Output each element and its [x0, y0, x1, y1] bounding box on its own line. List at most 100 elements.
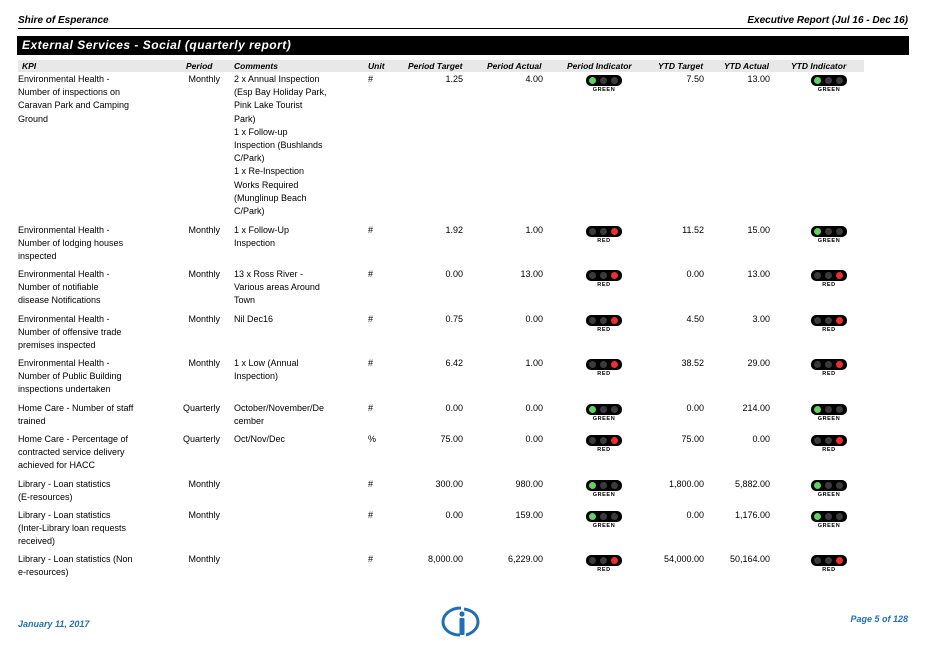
ytd-indicator-label: RED	[822, 447, 836, 453]
ytd-traffic-light-icon: GREEN	[811, 480, 847, 500]
ytd-indicator-label: GREEN	[817, 523, 841, 529]
col-comments: Comments	[234, 61, 278, 71]
unit-cell: #	[368, 314, 374, 324]
period-cell: Monthly	[188, 314, 220, 324]
period-actual-cell: 4.00	[525, 74, 543, 84]
ytd-indicator-label: RED	[822, 282, 836, 288]
ytd-indicator-label: RED	[822, 371, 836, 377]
ytd-target-cell: 38.52	[681, 358, 704, 368]
period-indicator-label: RED	[597, 327, 611, 333]
col-period-target: Period Target	[408, 61, 463, 71]
period-traffic-light-icon: RED	[586, 315, 622, 335]
period-indicator-label: RED	[597, 282, 611, 288]
unit-cell: #	[368, 358, 374, 368]
ytd-traffic-light-icon: GREEN	[811, 226, 847, 246]
ytd-actual-cell: 29.00	[747, 358, 770, 368]
shire-logo-icon	[440, 605, 482, 642]
col-period-actual: Period Actual	[487, 61, 542, 71]
table-header: KPI Period Comments Unit Period Target P…	[18, 60, 864, 72]
col-period-indicator: Period Indicator	[567, 61, 632, 71]
period-actual-cell: 159.00	[515, 510, 543, 520]
comments-cell: Nil Dec16	[234, 314, 274, 324]
ytd-target-cell: 4.50	[686, 314, 704, 324]
period-actual-cell: 1.00	[525, 358, 543, 368]
ytd-actual-cell: 0.00	[752, 434, 770, 444]
period-actual-cell: 0.00	[525, 314, 543, 324]
ytd-indicator-label: GREEN	[817, 416, 841, 422]
kpi-cell: Environmental Health - Number of lodging…	[18, 225, 124, 262]
period-indicator-label: RED	[597, 447, 611, 453]
comments-cell: 13 x Ross River - Various areas Around T…	[234, 269, 320, 306]
ytd-target-cell: 0.00	[686, 269, 704, 279]
ytd-target-cell: 11.52	[682, 225, 704, 235]
period-cell: Monthly	[188, 479, 220, 489]
ytd-indicator-label: GREEN	[817, 87, 841, 93]
header-divider	[18, 28, 908, 29]
period-traffic-light-icon: RED	[586, 435, 622, 455]
period-indicator-label: RED	[597, 371, 611, 377]
comments-cell: October/November/De cember	[234, 403, 325, 427]
org-name: Shire of Esperance	[18, 15, 109, 26]
page-number: Page 5 of 128	[850, 614, 908, 624]
comments-cell: 2 x Annual Inspection (Esp Bay Holiday P…	[234, 74, 327, 217]
comments-cell: 1 x Follow-Up Inspection	[234, 225, 290, 249]
ytd-actual-cell: 5,882.00	[734, 479, 770, 489]
period-traffic-light-icon: RED	[586, 359, 622, 379]
comments-cell: 1 x Low (Annual Inspection)	[234, 358, 299, 382]
period-cell: Monthly	[188, 554, 220, 564]
kpi-cell: Environmental Health - Number of inspect…	[18, 74, 130, 124]
period-actual-cell: 6,229.00	[507, 554, 543, 564]
period-target-cell: 0.00	[445, 269, 463, 279]
period-actual-cell: 13.00	[520, 269, 543, 279]
ytd-indicator-label: GREEN	[817, 238, 841, 244]
ytd-actual-cell: 214.00	[742, 403, 770, 413]
period-target-cell: 0.00	[445, 403, 463, 413]
ytd-traffic-light-icon: RED	[811, 359, 847, 379]
ytd-target-cell: 1,800.00	[668, 479, 704, 489]
unit-cell: #	[368, 225, 374, 235]
period-indicator-label: GREEN	[592, 492, 616, 498]
ytd-indicator-label: RED	[822, 327, 836, 333]
unit-cell: #	[368, 403, 374, 413]
ytd-indicator-label: RED	[822, 567, 836, 573]
col-kpi: KPI	[22, 61, 37, 71]
unit-cell: #	[368, 479, 374, 489]
report-title: Executive Report (Jul 16 - Dec 16)	[747, 15, 908, 26]
ytd-traffic-light-icon: RED	[811, 315, 847, 335]
period-cell: Monthly	[188, 225, 220, 235]
period-cell: Monthly	[188, 358, 220, 368]
unit-cell: #	[368, 74, 374, 84]
period-traffic-light-icon: GREEN	[586, 404, 622, 424]
period-traffic-light-icon: RED	[586, 270, 622, 290]
ytd-actual-cell: 13.00	[747, 74, 770, 84]
period-actual-cell: 0.00	[525, 434, 543, 444]
ytd-target-cell: 0.00	[686, 510, 704, 520]
unit-cell: #	[368, 510, 374, 520]
period-target-cell: 0.75	[445, 314, 463, 324]
period-target-cell: 6.42	[445, 358, 463, 368]
period-cell: Quarterly	[182, 434, 220, 444]
ytd-target-cell: 7.50	[686, 74, 704, 84]
kpi-cell: Home Care - Percentage of contracted ser…	[18, 434, 129, 471]
period-target-cell: 1.92	[445, 225, 463, 235]
ytd-actual-cell: 13.00	[747, 269, 770, 279]
kpi-cell: Library - Loan statistics (Inter-Library…	[18, 510, 127, 547]
period-cell: Quarterly	[182, 403, 220, 413]
period-indicator-label: RED	[597, 567, 611, 573]
report-date: January 11, 2017	[18, 619, 90, 629]
col-ytd-indicator: YTD Indicator	[791, 61, 847, 71]
ytd-indicator-label: GREEN	[817, 492, 841, 498]
period-cell: Monthly	[188, 269, 220, 279]
col-unit: Unit	[368, 61, 385, 71]
period-actual-cell: 980.00	[515, 479, 543, 489]
period-target-cell: 75.00	[440, 434, 463, 444]
ytd-target-cell: 0.00	[686, 403, 704, 413]
unit-cell: #	[368, 554, 374, 564]
ytd-traffic-light-icon: GREEN	[811, 404, 847, 424]
ytd-target-cell: 54,000.00	[663, 554, 704, 564]
period-traffic-light-icon: RED	[586, 226, 622, 246]
ytd-actual-cell: 50,164.00	[729, 554, 770, 564]
kpi-cell: Environmental Health - Number of notifia…	[18, 269, 110, 306]
comments-cell: Oct/Nov/Dec	[234, 434, 286, 444]
kpi-cell: Home Care - Number of staff trained	[18, 403, 134, 427]
